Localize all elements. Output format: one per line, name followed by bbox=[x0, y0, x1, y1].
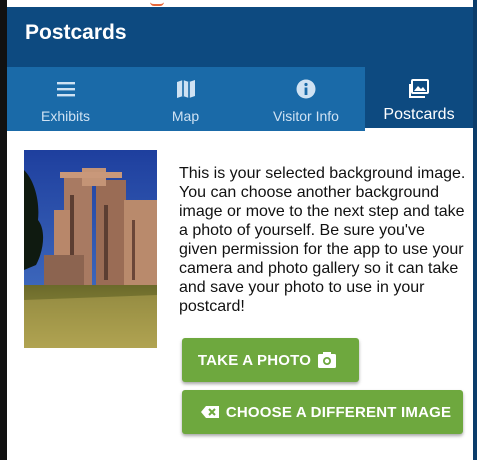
app-title: Postcards bbox=[25, 21, 127, 44]
take-photo-button[interactable]: TAKE A PHOTO bbox=[182, 338, 359, 382]
take-photo-label: TAKE A PHOTO bbox=[197, 351, 312, 369]
backspace-icon bbox=[200, 406, 219, 418]
tab-bar: Exhibits Map Visitor Info Postcards bbox=[7, 67, 473, 131]
window-edge-right bbox=[473, 0, 477, 460]
tab-label: Exhibits bbox=[40, 108, 91, 124]
choose-image-label: CHOOSE A DIFFERENT IMAGE bbox=[225, 403, 452, 421]
postcard-content: This is your selected background image. … bbox=[7, 131, 473, 460]
map-icon bbox=[176, 80, 195, 98]
tab-label: Postcards bbox=[383, 106, 455, 123]
tab-map[interactable]: Map bbox=[124, 67, 247, 131]
status-strip bbox=[0, 0, 477, 7]
tab-postcards[interactable]: Postcards bbox=[365, 67, 473, 131]
tab-label: Visitor Info bbox=[273, 108, 339, 124]
tab-label: Map bbox=[171, 108, 200, 124]
info-icon bbox=[296, 79, 316, 99]
selected-background-image bbox=[24, 150, 157, 348]
app-bar: Postcards bbox=[7, 7, 473, 67]
camera-icon bbox=[318, 352, 337, 368]
window-edge-left bbox=[0, 0, 7, 460]
photo-gallery-icon bbox=[409, 79, 429, 98]
tab-exhibits[interactable]: Exhibits bbox=[7, 67, 124, 131]
background-description: This is your selected background image. … bbox=[179, 165, 466, 315]
choose-different-image-button[interactable]: CHOOSE A DIFFERENT IMAGE bbox=[182, 390, 463, 434]
menu-icon bbox=[56, 82, 75, 97]
tab-visitor-info[interactable]: Visitor Info bbox=[247, 67, 365, 131]
